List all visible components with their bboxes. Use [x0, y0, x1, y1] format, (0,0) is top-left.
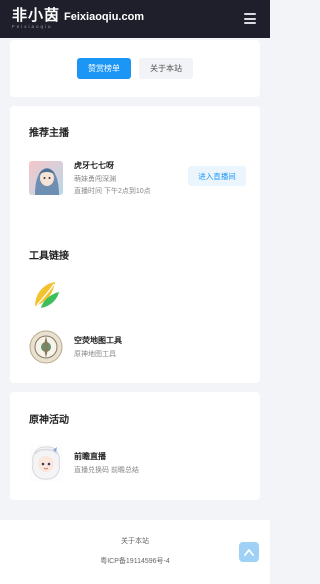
enter-live-room-button[interactable]: 进入直播间 — [188, 166, 246, 186]
tools-section-title: 工具链接 — [29, 251, 69, 262]
back-to-top-button[interactable] — [239, 542, 259, 562]
tool-desc: 原神地图工具 — [74, 351, 116, 358]
streamer-avatar — [29, 161, 63, 195]
app-header: 非小茵 Feixiaoqiu.com Feixiaoqiu — [0, 0, 270, 38]
page-footer: 关于本站 粤ICP备19114596号-4 — [0, 520, 270, 584]
leaf-logo-icon — [35, 282, 59, 308]
site-logo[interactable]: 非小茵 Feixiaoqiu.com Feixiaoqiu — [12, 8, 144, 30]
event-name: 前瞻直播 — [74, 452, 106, 461]
top-actions-card: 赞赏榜单 关于本站 — [10, 40, 260, 97]
logo-chinese-name: 非小茵 — [12, 7, 61, 25]
streamer-desc: 萌妹勇闯深渊 — [74, 176, 116, 183]
recommend-section-title: 推荐主播 — [29, 128, 69, 139]
footer-icp-record[interactable]: 粤ICP备19114596号-4 — [0, 556, 270, 566]
main-content-card: 推荐主播 虎牙七七呀 萌妹勇闯深渊 直播时间 下午2点到10点 进入直播间 工具… — [10, 106, 260, 383]
hamburger-menu-icon[interactable] — [244, 13, 256, 24]
streamer-time: 直播时间 下午2点到10点 — [74, 188, 151, 195]
tool-item[interactable]: 空荧地图工具 原神地图工具 — [29, 330, 122, 364]
streamer-name: 虎牙七七呀 — [74, 161, 114, 170]
map-tool-icon — [29, 330, 63, 364]
tool-name: 空荧地图工具 — [74, 336, 122, 345]
chevron-up-icon — [244, 549, 254, 556]
event-item[interactable]: 前瞻直播 直播兑换码 前瞻总结 — [29, 444, 139, 482]
footer-about-link[interactable]: 关于本站 — [0, 536, 270, 546]
streamer-item[interactable]: 虎牙七七呀 萌妹勇闯深渊 直播时间 下午2点到10点 — [29, 160, 151, 196]
event-desc: 直播兑换码 前瞻总结 — [74, 467, 139, 474]
paimon-avatar — [29, 444, 63, 482]
tool-icon-item[interactable] — [29, 278, 63, 312]
logo-subtitle: Feixiaoqiu — [12, 24, 53, 30]
logo-domain: Feixiaoqiu.com — [64, 11, 145, 24]
about-site-button[interactable]: 关于本站 — [139, 58, 193, 79]
events-card: 原神活动 前瞻直播 直播兑换码 前瞻总结 — [10, 392, 260, 500]
events-section-title: 原神活动 — [29, 415, 69, 426]
sponsor-ranking-button[interactable]: 赞赏榜单 — [77, 58, 131, 79]
